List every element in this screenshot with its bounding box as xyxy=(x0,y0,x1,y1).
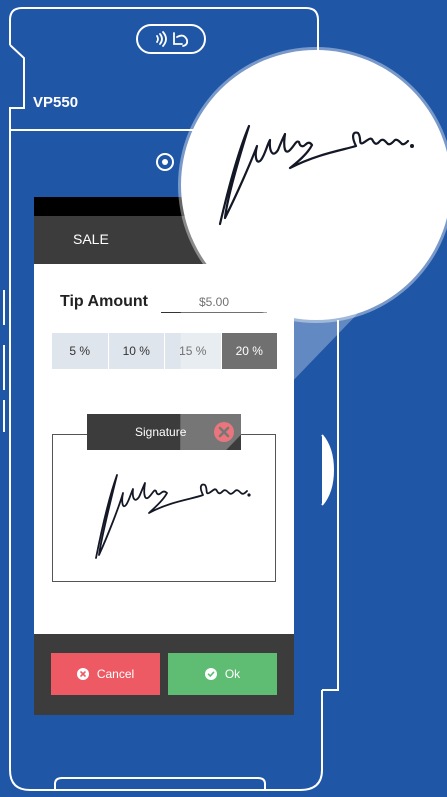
signature-zoom-image xyxy=(218,124,414,226)
signature-zoom-bubble xyxy=(181,50,447,320)
